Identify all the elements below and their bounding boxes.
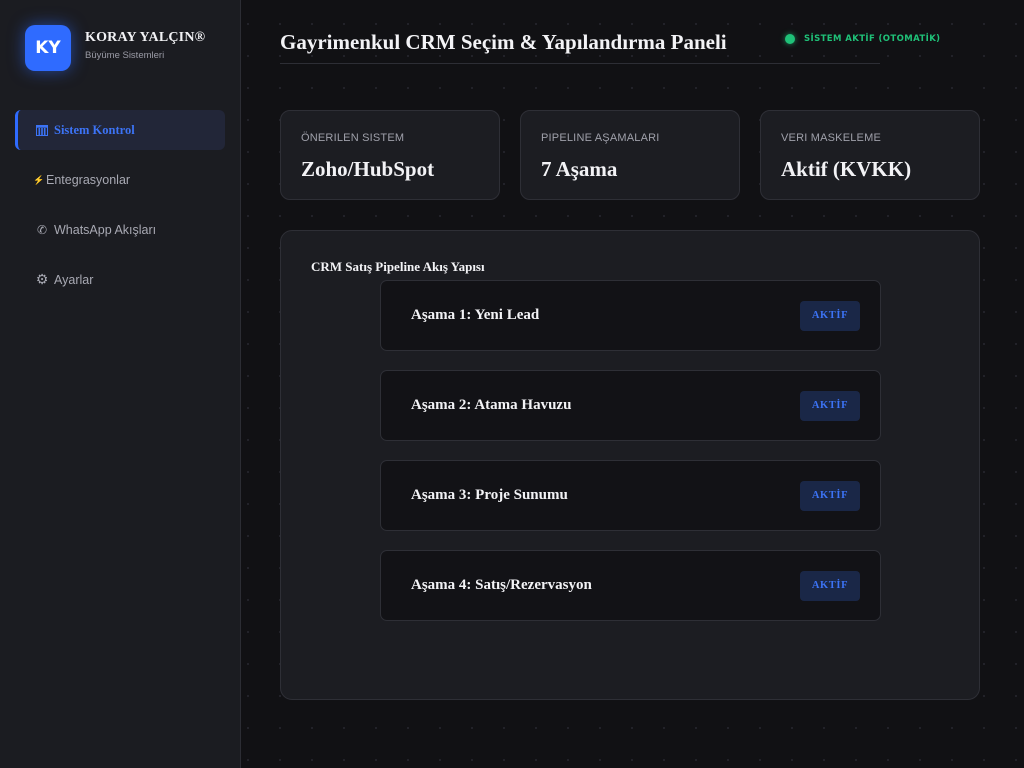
brand-name: KORAY YALÇIN® bbox=[85, 30, 206, 45]
brand-text: KORAY YALÇIN® Büyüme Sistemleri bbox=[85, 30, 205, 61]
pipeline-stage[interactable]: Aşama 4: Satış/Rezervasyon AKTİF bbox=[380, 550, 881, 621]
stage-status-badge[interactable]: AKTİF bbox=[800, 390, 860, 421]
columns-icon bbox=[35, 124, 49, 136]
stat-card-masking: VERI MASKELEME Aktif (KVKK) bbox=[760, 110, 980, 200]
stage-status-badge[interactable]: AKTİF bbox=[800, 480, 860, 511]
stat-card-label: PIPELINE AŞAMALARI bbox=[541, 132, 660, 144]
stage-name: Aşama 2: Atama Havuzu bbox=[411, 397, 572, 413]
sidebar-item-entegrasyonlar[interactable]: ⚡ Entegrasyonlar bbox=[15, 160, 225, 200]
sidebar-item-label: Sistem Kontrol bbox=[54, 122, 135, 137]
stage-name: Aşama 3: Proje Sunumu bbox=[411, 487, 568, 503]
brand: KY KORAY YALÇIN® Büyüme Sistemleri bbox=[25, 25, 205, 71]
pipeline-title: CRM Satış Pipeline Akış Yapısı bbox=[311, 259, 485, 274]
page-header: Gayrimenkul CRM Seçim & Yapılandırma Pan… bbox=[280, 30, 940, 64]
phone-icon: ✆ bbox=[36, 223, 48, 237]
stat-card-label: VERI MASKELEME bbox=[781, 132, 881, 144]
sidebar-item-ayarlar[interactable]: ⚙ Ayarlar bbox=[15, 260, 225, 300]
sidebar: KY KORAY YALÇIN® Büyüme Sistemleri Siste… bbox=[0, 0, 241, 768]
stat-card-label: ÖNERILEN SISTEM bbox=[301, 132, 405, 144]
lightning-icon: ⚡ bbox=[33, 174, 45, 185]
stat-card-value: 7 Aşama bbox=[541, 157, 618, 181]
stage-name: Aşama 4: Satış/Rezervasyon bbox=[411, 577, 592, 593]
pipeline-stage[interactable]: Aşama 1: Yeni Lead AKTİF bbox=[380, 280, 881, 351]
stat-card-value: Zoho/HubSpot bbox=[301, 157, 435, 181]
stage-name: Aşama 1: Yeni Lead bbox=[411, 307, 540, 323]
stage-status-badge[interactable]: AKTİF bbox=[800, 570, 860, 601]
sidebar-item-label: Entegrasyonlar bbox=[46, 173, 131, 187]
page-title: Gayrimenkul CRM Seçim & Yapılandırma Pan… bbox=[280, 30, 727, 54]
brand-subtitle: Büyüme Sistemleri bbox=[85, 50, 165, 61]
sidebar-nav: Sistem Kontrol ⚡ Entegrasyonlar ✆ WhatsA… bbox=[15, 110, 225, 310]
pipeline-stage[interactable]: Aşama 2: Atama Havuzu AKTİF bbox=[380, 370, 881, 441]
stat-card-pipeline: PIPELINE AŞAMALARI 7 Aşama bbox=[520, 110, 740, 200]
sidebar-item-sistem-kontrol[interactable]: Sistem Kontrol bbox=[15, 110, 225, 150]
pipeline-panel: CRM Satış Pipeline Akış Yapısı Aşama 1: … bbox=[280, 230, 980, 700]
brand-logo[interactable]: KY bbox=[25, 25, 71, 71]
stat-card-value: Aktif (KVKK) bbox=[781, 157, 912, 181]
stat-cards: ÖNERILEN SISTEM Zoho/HubSpot PIPELINE AŞ… bbox=[280, 110, 980, 200]
stat-card-system: ÖNERILEN SISTEM Zoho/HubSpot bbox=[280, 110, 500, 200]
status-text: SİSTEM AKTİF (OTOMATİK) bbox=[804, 34, 941, 44]
sidebar-item-label: WhatsApp Akışları bbox=[54, 223, 157, 237]
pipeline-stage[interactable]: Aşama 3: Proje Sunumu AKTİF bbox=[380, 460, 881, 531]
status-dot-icon bbox=[785, 34, 795, 44]
status-indicator: SİSTEM AKTİF (OTOMATİK) bbox=[785, 34, 940, 44]
gear-icon: ⚙ bbox=[35, 272, 49, 288]
sidebar-item-label: Ayarlar bbox=[54, 273, 94, 287]
stage-status-badge[interactable]: AKTİF bbox=[800, 300, 860, 331]
sidebar-item-whatsapp-akislari[interactable]: ✆ WhatsApp Akışları bbox=[15, 210, 225, 250]
